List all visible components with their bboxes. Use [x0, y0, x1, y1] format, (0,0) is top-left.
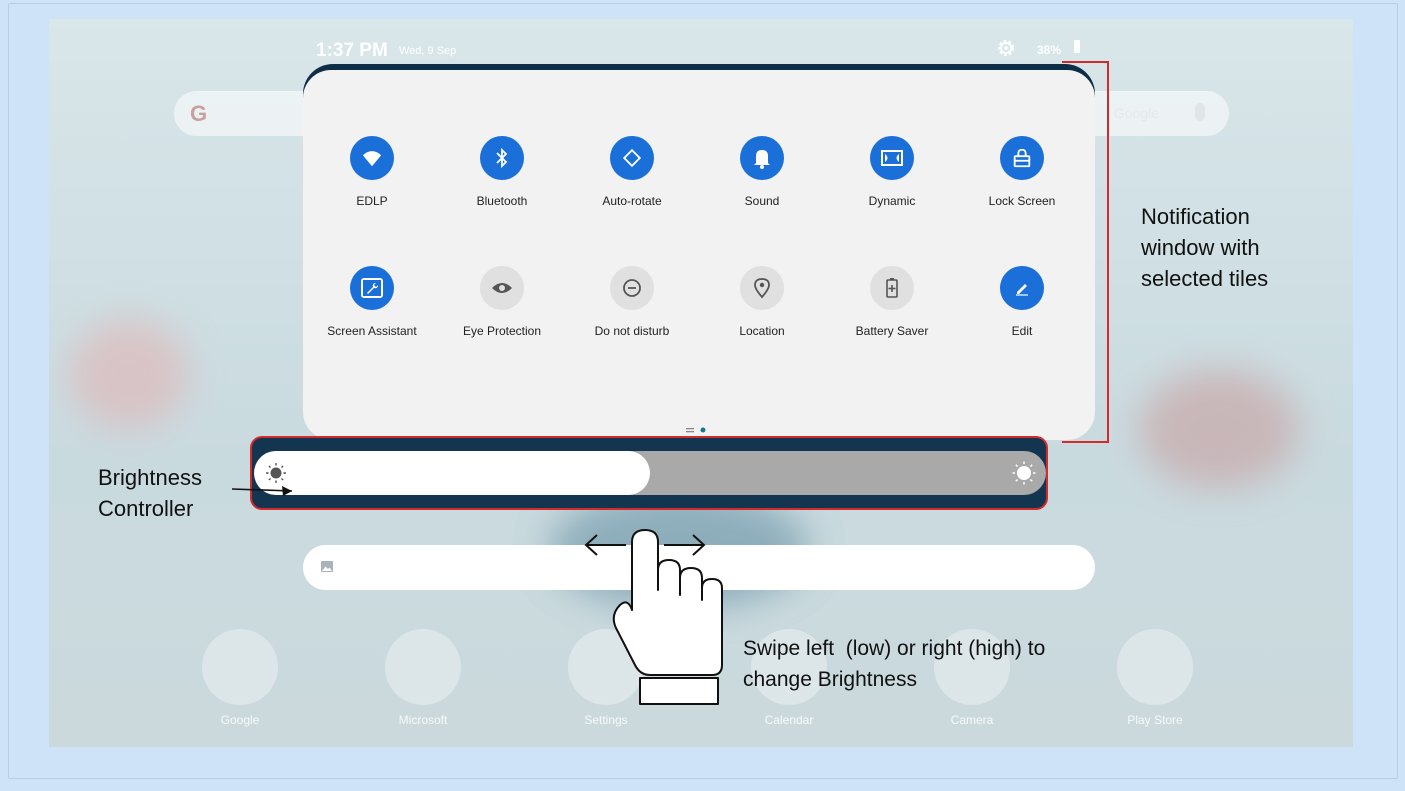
annotation-line: window with — [1141, 235, 1260, 260]
tile-eye-protection[interactable]: Eye Protection — [438, 266, 566, 338]
dock-app-play-store[interactable]: Play Store — [1116, 629, 1194, 727]
annotation-line: Brightness — [98, 465, 202, 490]
brightness-high-icon — [1012, 461, 1036, 485]
page-indicator — [686, 427, 706, 433]
tile-label: Dynamic — [868, 194, 916, 208]
gear-icon[interactable] — [995, 37, 1017, 59]
app-icon — [568, 629, 644, 705]
app-label: Camera — [950, 713, 994, 727]
battery-saver-icon — [870, 266, 914, 310]
tile-dynamic[interactable]: Dynamic — [828, 136, 956, 208]
wrench-icon — [350, 266, 394, 310]
tile-bluetooth[interactable]: Bluetooth — [438, 136, 566, 208]
edit-icon — [1000, 266, 1044, 310]
battery-percent: 38% — [1037, 43, 1062, 57]
brightness-slider[interactable] — [254, 451, 1046, 495]
app-label: Play Store — [1127, 713, 1183, 727]
wallpaper-blob — [1139, 369, 1299, 489]
bell-icon — [740, 136, 784, 180]
app-icon — [1117, 629, 1193, 705]
eye-icon — [480, 266, 524, 310]
do-not-disturb-icon — [610, 266, 654, 310]
tile-label: Auto-rotate — [602, 194, 662, 208]
annotation-line: change Brightness — [743, 668, 917, 691]
media-output-bar[interactable] — [303, 545, 1095, 590]
dock-app-microsoft[interactable]: Microsoft — [384, 629, 462, 727]
app-label: Google — [220, 713, 260, 727]
search-hint: Google — [1113, 105, 1159, 121]
brightness-low-icon — [266, 463, 286, 483]
google-logo: G — [190, 101, 208, 126]
status-date: Wed, 9 Sep — [399, 45, 457, 57]
tile-label: Bluetooth — [476, 194, 528, 208]
tile-sound[interactable]: Sound — [698, 136, 826, 208]
tile-edlp[interactable]: EDLP — [308, 136, 436, 208]
page-indicator-dot — [700, 427, 706, 433]
tile-label: Do not disturb — [594, 324, 670, 338]
app-label: Microsoft — [398, 713, 448, 727]
brightness-annotation: Brightness Controller — [98, 462, 202, 524]
tile-auto-rotate[interactable]: Auto-rotate — [568, 136, 696, 208]
tile-lock-screen[interactable]: Lock Screen — [958, 136, 1086, 208]
bluetooth-icon — [480, 136, 524, 180]
app-icon — [202, 629, 278, 705]
status-time: 1:37 PM — [316, 40, 388, 61]
tablet-screen: 1:37 PM Wed, 9 Sep 38% G Google EDLP Blue… — [49, 19, 1353, 747]
rotate-icon — [610, 136, 654, 180]
brightness-slider-fill — [254, 451, 650, 495]
app-icon — [385, 629, 461, 705]
swipe-annotation: Swipe left (low) or right (high) to chan… — [743, 633, 1045, 695]
tile-battery-saver[interactable]: Battery Saver — [828, 266, 956, 338]
location-icon — [740, 266, 784, 310]
page-indicator-dash — [686, 431, 694, 433]
tile-label: Screen Assistant — [327, 324, 417, 338]
app-label: Calendar — [764, 713, 814, 727]
wifi-icon — [350, 136, 394, 180]
microphone-icon[interactable] — [1195, 103, 1205, 121]
annotation-line: Notification — [1141, 204, 1250, 229]
dock-app-settings[interactable]: Settings — [567, 629, 645, 727]
page-indicator-dash — [686, 428, 694, 430]
tile-label: Edit — [1011, 324, 1033, 338]
notification-annotation: Notification window with selected tiles — [1141, 201, 1268, 294]
dock-app-google[interactable]: Google — [201, 629, 279, 727]
battery-icon — [1074, 40, 1080, 53]
annotation-line: Swipe left (low) or right (high) to — [743, 637, 1046, 660]
annotation-line: selected tiles — [1141, 266, 1269, 291]
tile-screen-assistant[interactable]: Screen Assistant — [308, 266, 436, 338]
tile-label: Battery Saver — [855, 324, 929, 338]
tile-do-not-disturb[interactable]: Do not disturb — [568, 266, 696, 338]
app-label: Settings — [584, 713, 628, 727]
tile-label: EDLP — [356, 194, 388, 208]
annotation-line: Controller — [98, 496, 194, 521]
lock-icon — [1000, 136, 1044, 180]
quick-settings-panel: EDLP Bluetooth Auto-rotate Sound Dynamic Lock… — [303, 70, 1095, 440]
dolby-icon — [870, 136, 914, 180]
tile-edit[interactable]: Edit — [958, 266, 1086, 338]
tile-label: Lock Screen — [988, 194, 1056, 208]
image-icon — [321, 561, 333, 572]
tile-label: Eye Protection — [462, 324, 542, 338]
tile-location[interactable]: Location — [698, 266, 826, 338]
tile-label: Sound — [744, 194, 780, 208]
brightness-controller — [250, 436, 1048, 510]
tile-label: Location — [739, 324, 785, 338]
wallpaper-blob — [69, 319, 189, 429]
